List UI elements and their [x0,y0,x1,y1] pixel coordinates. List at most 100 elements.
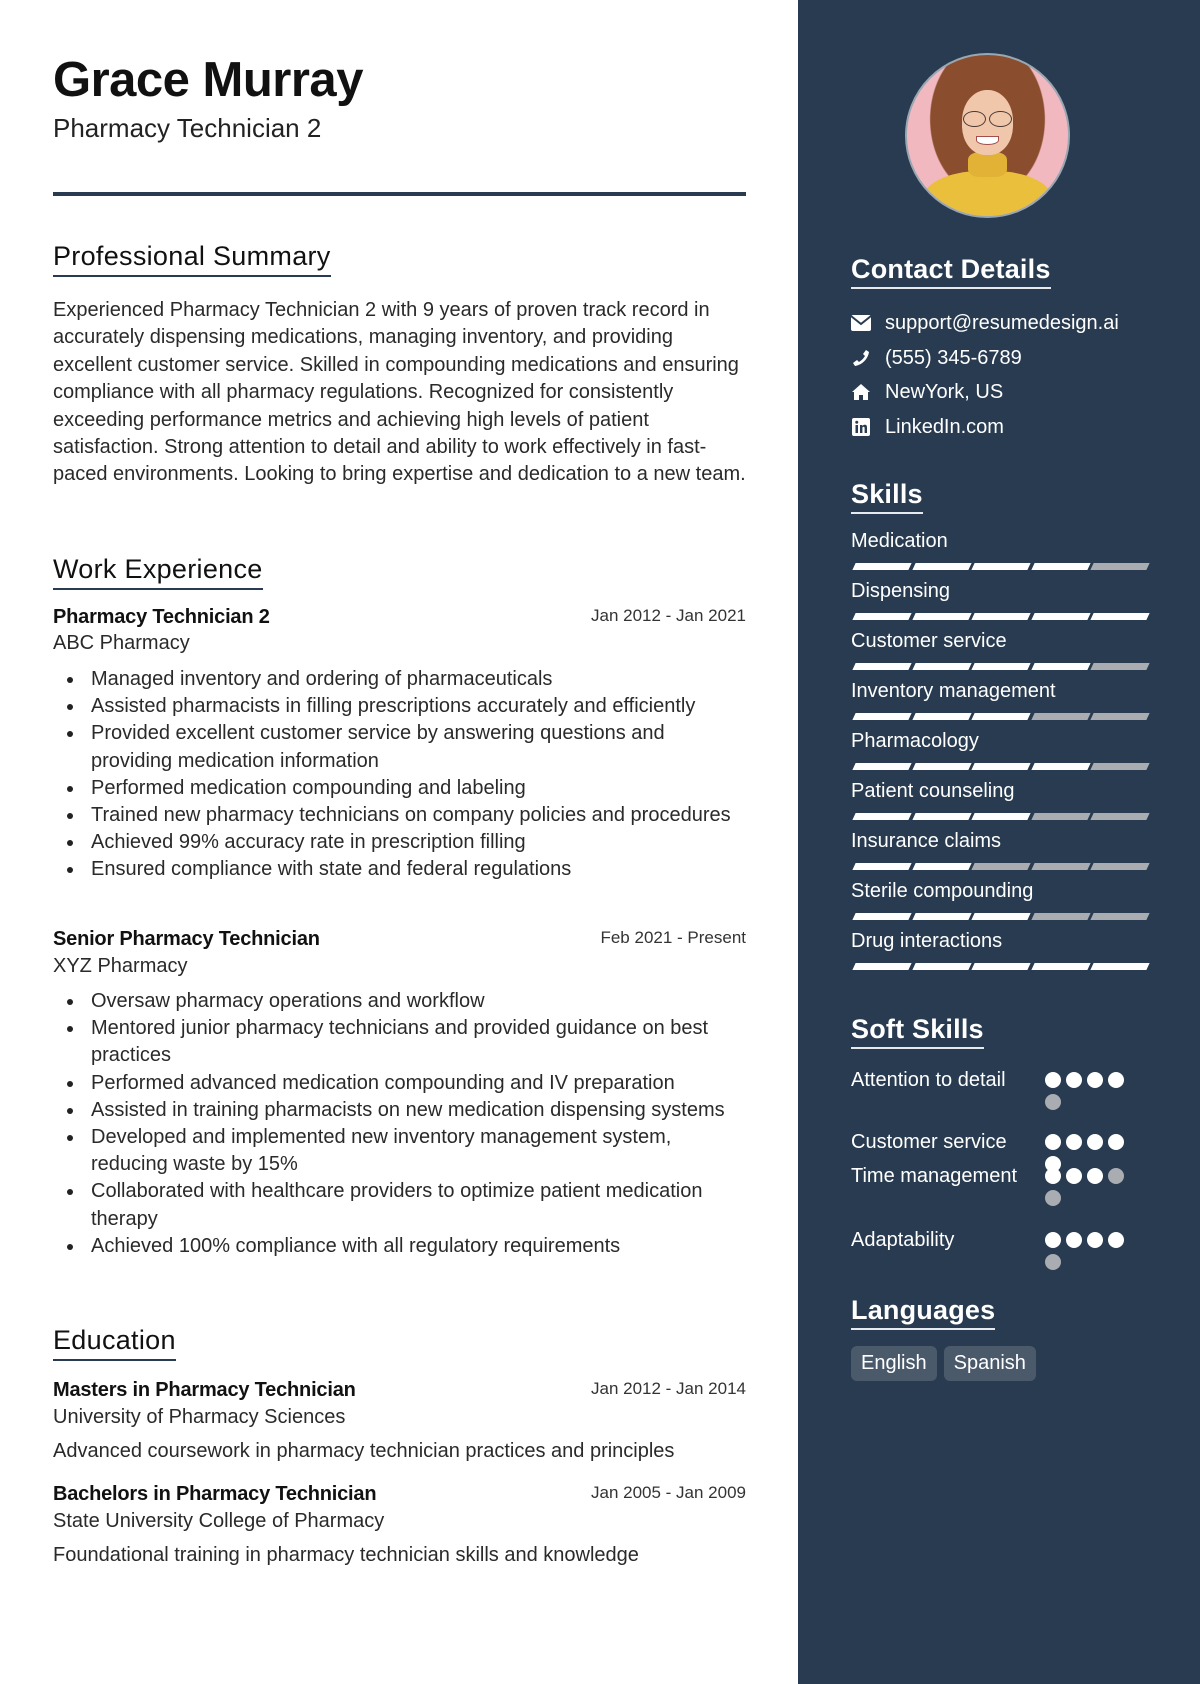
rating-dot-filled [1066,1168,1082,1184]
skill-rating-bar [851,563,1151,570]
bullet-item: Trained new pharmacy technicians on comp… [53,802,746,829]
bullet-dot [67,704,73,711]
bullet-dot [67,1189,73,1196]
skill-rating-bar [851,613,1151,620]
skill-name: Pharmacology [851,730,979,752]
skill-segment-filled [852,813,912,820]
bullet-item: Achieved 100% compliance with all regula… [53,1233,746,1260]
skill-segment-filled [1030,663,1091,670]
contact-heading: Contact Details [851,254,1051,289]
bullet-item: Developed and implemented new inventory … [53,1124,746,1178]
skill-name: Dispensing [851,580,950,602]
contact-phone[interactable]: (555) 345-6789 [851,343,1022,373]
skill-rating-bar [851,813,1151,820]
skill-segment-filled [852,613,912,620]
rating-dot-filled [1045,1134,1061,1150]
bullet-text: Performed advanced medication compoundin… [91,1071,675,1094]
phone-icon [851,348,871,368]
candidate-name: Grace Murray [53,53,363,107]
bullet-text: Provided excellent customer service by a… [91,722,665,772]
photo-sweater [923,170,1052,216]
rating-dot-empty [1045,1094,1061,1110]
skill-rating-bar [851,913,1151,920]
skill-rating-bar [851,963,1151,970]
skill-segment-empty [1090,863,1150,870]
linkedin-icon [851,417,871,437]
rating-dot-filled [1066,1134,1082,1150]
skill-segment-filled [911,813,972,820]
soft-skill-rating [1045,1072,1135,1110]
language-chip: Spanish [943,1346,1036,1381]
soft-skill-name: Attention to detail [851,1069,1006,1091]
skill-name: Medication [851,530,948,552]
bullet-dot [67,677,73,683]
skill-segment-empty [1090,913,1150,920]
bullet-text: Managed inventory and ordering of pharma… [91,668,553,690]
skill-segment-empty [1090,713,1150,720]
skill-segment-filled [971,563,1031,570]
skill-segment-empty [1090,763,1150,770]
bullet-text: Achieved 100% compliance with all regula… [91,1234,621,1257]
job-title: Pharmacy Technician 2 [53,606,270,628]
skill-segment-filled [971,613,1031,620]
rating-dot-filled [1087,1168,1103,1184]
rating-dot-empty [1045,1190,1061,1206]
bullet-item: Collaborated with healthcare providers t… [53,1178,746,1232]
job-bullets: Oversaw pharmacy operations and workflow… [53,988,746,1260]
bullet-dot [67,867,73,874]
skill-segment-filled [971,713,1031,720]
skill-name: Drug interactions [851,930,1003,952]
header-divider [53,192,746,196]
contact-location-text: NewYork, US [885,380,1004,403]
bullet-item: Assisted pharmacists in filling prescrip… [53,693,746,720]
skill-segment-filled [911,713,972,720]
bullet-dot [67,840,73,847]
bullet-dot [67,1243,73,1250]
sidebar: Contact Details support@resumedesign.ai … [798,0,1200,1684]
skill-segment-filled [852,963,912,970]
skill-segment-empty [1090,813,1150,820]
school-name: State University College of Pharmacy [53,1510,385,1532]
bullet-dot [67,1080,73,1087]
skill-segment-empty [1030,813,1091,820]
skill-segment-filled [911,963,972,970]
skill-segment-filled [1030,613,1091,620]
skill-name: Customer service [851,630,1007,652]
skill-segment-empty [1030,713,1091,720]
contact-email[interactable]: support@resumedesign.ai [851,308,1119,338]
contact-location: NewYork, US [851,377,1003,407]
skill-segment-filled [911,563,972,570]
soft-skill-name: Customer service [851,1131,1007,1153]
contact-phone-text: (555) 345-6789 [885,346,1022,369]
skill-name: Sterile compounding [851,880,1034,902]
skill-segment-filled [852,763,912,770]
skill-segment-filled [1030,763,1091,770]
summary-text: Experienced Pharmacy Technician 2 with 9… [53,299,746,486]
bullet-item: Performed advanced medication compoundin… [53,1070,746,1097]
contact-linkedin[interactable]: LinkedIn.com [851,412,1004,442]
bullet-item: Ensured compliance with state and federa… [53,856,746,883]
contact-linkedin-text: LinkedIn.com [885,415,1004,438]
skill-segment-filled [911,663,972,670]
skills-heading: Skills [851,479,923,514]
bullet-dot [67,813,73,820]
bullet-text: Mentored junior pharmacy technicians and… [91,1017,709,1067]
rating-dot-filled [1045,1232,1061,1248]
bullet-item: Performed medication compounding and lab… [53,775,746,802]
bullet-text: Assisted pharmacists in filling prescrip… [91,695,696,718]
skill-segment-filled [971,913,1031,920]
bullet-item: Oversaw pharmacy operations and workflow [53,988,746,1015]
bullet-dot [67,785,73,792]
skill-segment-filled [971,813,1031,820]
skill-segment-filled [971,963,1031,970]
school-name: University of Pharmacy Sciences [53,1406,346,1428]
skill-segment-filled [852,913,912,920]
skill-segment-filled [852,663,912,670]
skill-rating-bar [851,663,1151,670]
bullet-text: Trained new pharmacy technicians on comp… [91,804,731,827]
rating-dot-empty [1108,1168,1124,1184]
bullet-item: Managed inventory and ordering of pharma… [53,666,746,693]
skill-rating-bar [851,763,1151,770]
envelope-icon [851,313,871,333]
soft-skill-rating [1045,1168,1135,1206]
